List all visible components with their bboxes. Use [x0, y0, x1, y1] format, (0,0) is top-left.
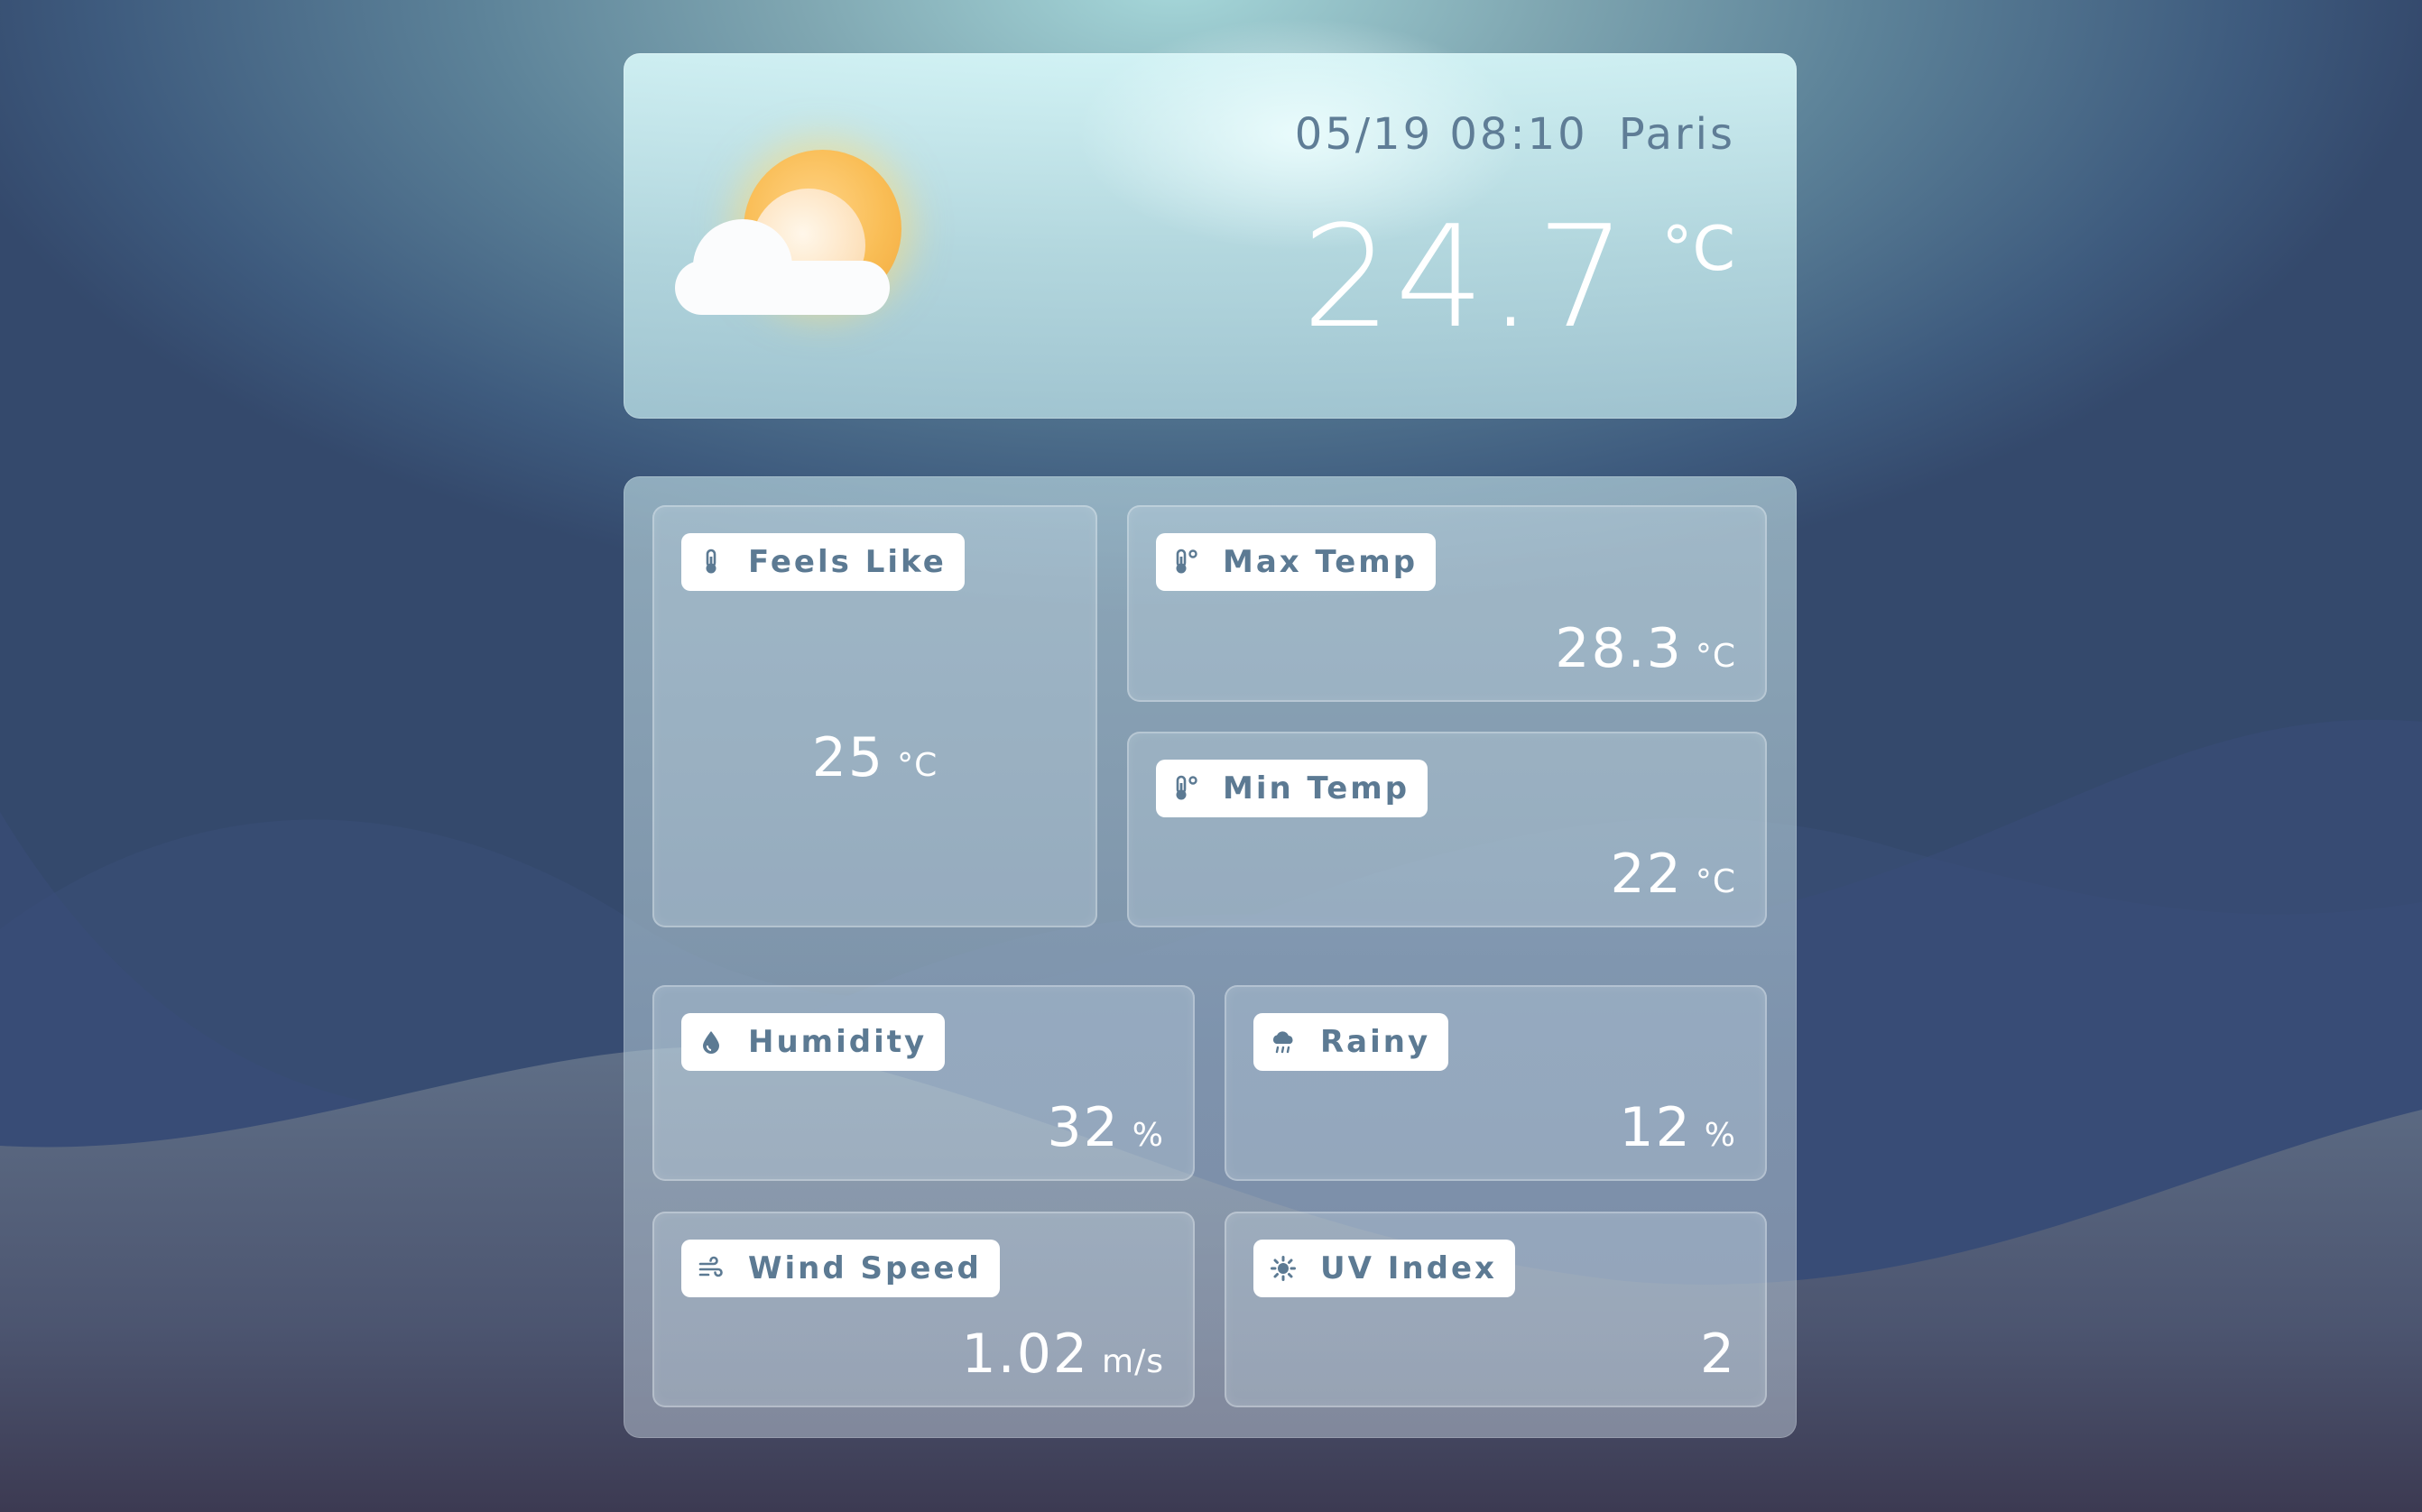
uv-index-label: UV Index	[1320, 1250, 1497, 1286]
uv-index-chip: UV Index	[1253, 1240, 1515, 1297]
sun-gear-icon	[1271, 1256, 1296, 1281]
min-temp-value: 22 °C	[1610, 843, 1736, 906]
city-name: Paris	[1618, 109, 1735, 160]
uv-index-card: UV Index 2	[1225, 1212, 1767, 1407]
feels-like-card: Feels Like 25 °C	[652, 505, 1097, 927]
wind-speed-label: Wind Speed	[748, 1250, 982, 1286]
date-location: 05/19 08:10 Paris	[1295, 109, 1735, 160]
rainy-value: 12%	[1619, 1096, 1736, 1159]
date-time: 05/19 08:10	[1294, 109, 1588, 160]
max-temp-label: Max Temp	[1223, 544, 1419, 580]
droplet-icon	[703, 1031, 719, 1054]
rainy-label: Rainy	[1320, 1024, 1431, 1060]
humidity-value: 32%	[1047, 1096, 1164, 1159]
wind-speed-chip: Wind Speed	[681, 1240, 1000, 1297]
wind-speed-value: 1.02 m/s	[961, 1323, 1164, 1386]
humidity-card: Humidity 32%	[652, 985, 1195, 1181]
min-temp-label: Min Temp	[1223, 770, 1410, 807]
thermometer-degree-icon	[1176, 775, 1197, 800]
thermometer-icon	[706, 549, 716, 574]
rain-cloud-icon	[1272, 1031, 1293, 1054]
rainy-chip: Rainy	[1253, 1013, 1449, 1071]
feels-like-value: 25 °C	[811, 726, 938, 789]
temperature-unit: °C	[1661, 214, 1735, 285]
feels-like-label: Feels Like	[748, 544, 947, 580]
max-temp-card: Max Temp 28.3 °C	[1127, 505, 1767, 702]
rainy-card: Rainy 12%	[1225, 985, 1767, 1181]
humidity-label: Humidity	[748, 1024, 928, 1060]
current-temperature: 24.7	[1301, 195, 1630, 359]
max-temp-value: 28.3 °C	[1555, 617, 1736, 680]
cloud-icon	[675, 189, 901, 333]
current-weather-panel: 05/19 08:10 Paris 24.7 °C	[624, 17, 1797, 419]
humidity-chip: Humidity	[681, 1013, 946, 1071]
wind-speed-card: Wind Speed 1.02 m/s	[652, 1212, 1195, 1407]
min-temp-card: Min Temp 22 °C	[1127, 732, 1767, 927]
feels-like-chip: Feels Like	[681, 533, 965, 591]
thermometer-degree-icon	[1176, 549, 1197, 574]
max-temp-chip: Max Temp	[1156, 533, 1437, 591]
min-temp-chip: Min Temp	[1156, 760, 1428, 817]
wind-icon	[698, 1256, 723, 1277]
uv-index-value: 2	[1699, 1323, 1736, 1386]
weather-details-panel: Feels Like 25 °C Max Temp 28.3 °C Min Te…	[624, 476, 1797, 1438]
